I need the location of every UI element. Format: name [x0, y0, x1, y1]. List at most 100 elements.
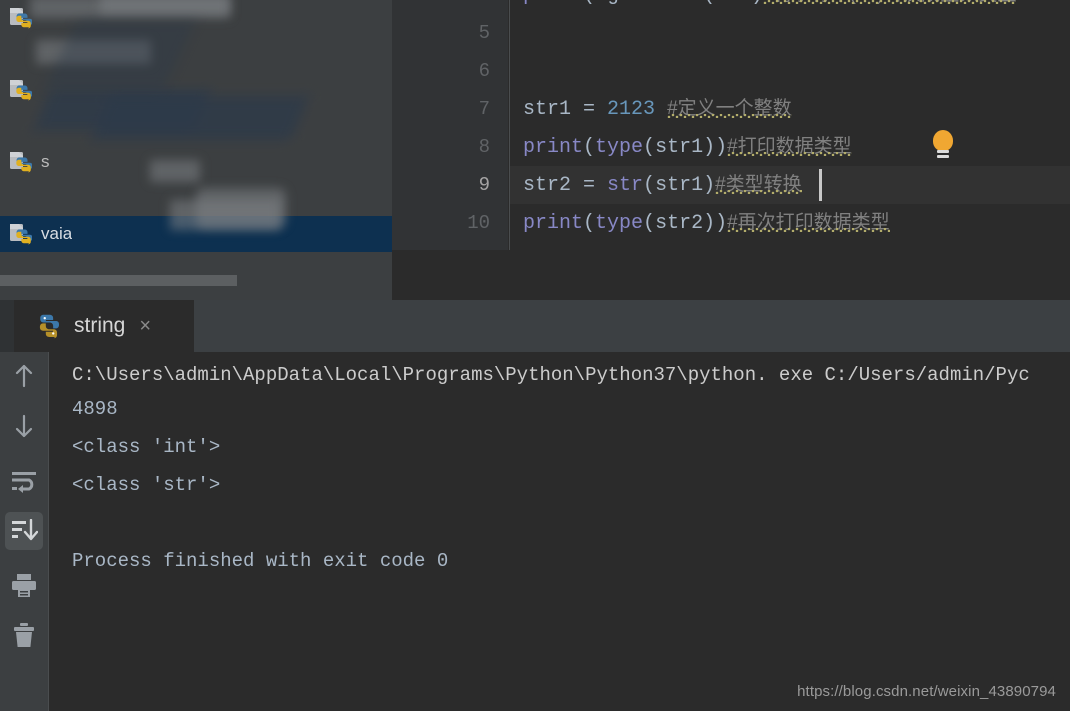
line-number: 9	[478, 174, 490, 196]
code-editor[interactable]: 4 print(age = int(str)#将字符串(str)转换成整数类型 …	[392, 0, 1070, 300]
token: (	[643, 174, 656, 197]
editor-empty-area	[392, 250, 1070, 300]
up-arrow-icon[interactable]	[5, 357, 43, 395]
text-caret	[819, 169, 822, 201]
token: str1	[655, 174, 704, 197]
code-line-7[interactable]: 7 str1 = 2123 #定义一个整数	[392, 90, 1070, 128]
run-console: C:\Users\admin\AppData\Local\Programs\Py…	[0, 352, 1070, 711]
print-icon[interactable]	[5, 567, 43, 605]
line-content: print(age = int(str)#将字符串(str)转换成整数类型	[523, 0, 1017, 14]
code-line-9[interactable]: 9 str2 = str(str1)#类型转换	[392, 166, 1070, 204]
lightbulb-base	[937, 150, 949, 153]
trash-icon[interactable]	[5, 617, 43, 655]
token: print	[523, 212, 584, 235]
upper-panels: s vaia External Libr	[0, 0, 1070, 300]
tree-item-1[interactable]	[0, 72, 392, 108]
tree-item-external-libraries[interactable]: External Libr	[0, 292, 392, 300]
scroll-to-end-icon[interactable]	[5, 512, 43, 550]
token: print	[523, 0, 583, 7]
close-icon[interactable]: ×	[139, 316, 151, 336]
line-number: 5	[478, 22, 490, 44]
token: =	[631, 0, 667, 7]
line-content: print(type(str1))#打印数据类型	[523, 128, 852, 167]
token: =	[571, 98, 608, 121]
soft-wrap-icon[interactable]	[5, 462, 43, 500]
line-content: print(type(str2))#再次打印数据类型	[523, 204, 890, 243]
lightbulb-icon[interactable]	[930, 130, 956, 162]
console-output[interactable]: C:\Users\admin\AppData\Local\Programs\Py…	[49, 352, 1070, 711]
python-file-icon	[10, 79, 33, 101]
token: 2123	[607, 98, 656, 121]
line-number: 6	[478, 60, 490, 82]
code-line-6: 6	[392, 52, 1070, 90]
code-comment: #再次打印数据类型	[727, 212, 890, 233]
python-file-icon	[10, 151, 33, 173]
token: (	[583, 0, 595, 7]
warning-squiggle	[727, 152, 852, 156]
token: =	[571, 174, 608, 197]
console-toolbar	[0, 352, 48, 711]
line-number: 10	[467, 212, 490, 234]
line-number: 4	[392, 0, 490, 14]
warning-squiggle	[763, 0, 1017, 4]
console-line: 4898	[72, 398, 118, 420]
lightbulb-glass	[933, 130, 953, 151]
project-tree-panel[interactable]: s vaia External Libr	[0, 0, 392, 300]
tree-item-2[interactable]: s	[0, 144, 392, 180]
token: (	[583, 212, 596, 235]
python-file-icon	[10, 223, 33, 245]
console-line: <class 'str'>	[72, 474, 221, 496]
token: print	[523, 136, 584, 159]
line-number: 7	[478, 98, 490, 120]
warning-squiggle	[727, 228, 890, 232]
token: )	[703, 174, 716, 197]
token: str1	[655, 136, 704, 159]
watermark: https://blog.csdn.net/weixin_43890794	[797, 683, 1056, 700]
code-line-10[interactable]: 10 print(type(str2))#再次打印数据类型	[392, 204, 1070, 242]
warning-squiggle	[667, 114, 792, 118]
tree-item-label: s	[41, 152, 50, 171]
code-comment: #打印数据类型	[727, 136, 852, 157]
tab-label: string	[74, 314, 126, 337]
token: ))	[703, 136, 728, 159]
token: str2	[523, 174, 572, 197]
tree-item-label: vaia	[41, 224, 73, 243]
code-lines[interactable]: 4 print(age = int(str)#将字符串(str)转换成整数类型 …	[392, 0, 1070, 250]
token: str2	[655, 212, 704, 235]
project-tree[interactable]: s vaia External Libr	[0, 0, 392, 252]
code-comment: #将字符串(str)转换成整数类型	[763, 0, 1017, 5]
token: str	[607, 174, 644, 197]
code-comment: #定义一个整数	[667, 98, 792, 119]
token: (	[643, 136, 656, 159]
code-line-5: 5	[392, 14, 1070, 52]
tree-item-3[interactable]: vaia	[0, 216, 392, 252]
token: type	[595, 212, 644, 235]
line-content: str1 = 2123 #定义一个整数	[523, 90, 792, 129]
console-tabbar: string ×	[0, 300, 1070, 352]
console-line: C:\Users\admin\AppData\Local\Programs\Py…	[72, 364, 1030, 386]
python-file-icon	[10, 7, 33, 29]
code-line-4: 4 print(age = int(str)#将字符串(str)转换成整数类型	[392, 0, 1070, 14]
line-number: 8	[478, 136, 490, 158]
token: (	[643, 212, 656, 235]
console-line: Process finished with exit code 0	[72, 550, 449, 572]
console-line: <class 'int'>	[72, 436, 221, 458]
token: age	[595, 0, 631, 7]
sidebar-scrollbar[interactable]	[0, 275, 392, 286]
python-file-icon	[36, 313, 62, 339]
tree-item-0[interactable]	[0, 0, 392, 36]
code-comment: #类型转换	[715, 174, 802, 195]
token: type	[595, 136, 644, 159]
sidebar-scrollbar-thumb[interactable]	[0, 275, 237, 286]
down-arrow-icon[interactable]	[5, 407, 43, 445]
token: ))	[703, 212, 728, 235]
tabbar-left-gap	[0, 300, 14, 352]
line-content: str2 = str(str1)#类型转换	[523, 166, 802, 205]
token: int	[667, 0, 703, 7]
token: str1	[523, 98, 572, 121]
code-line-8[interactable]: 8 print(type(str1))#打印数据类型	[392, 128, 1070, 166]
token: (str)	[703, 0, 763, 7]
tab-string[interactable]: string ×	[14, 300, 194, 352]
token: (	[583, 136, 596, 159]
